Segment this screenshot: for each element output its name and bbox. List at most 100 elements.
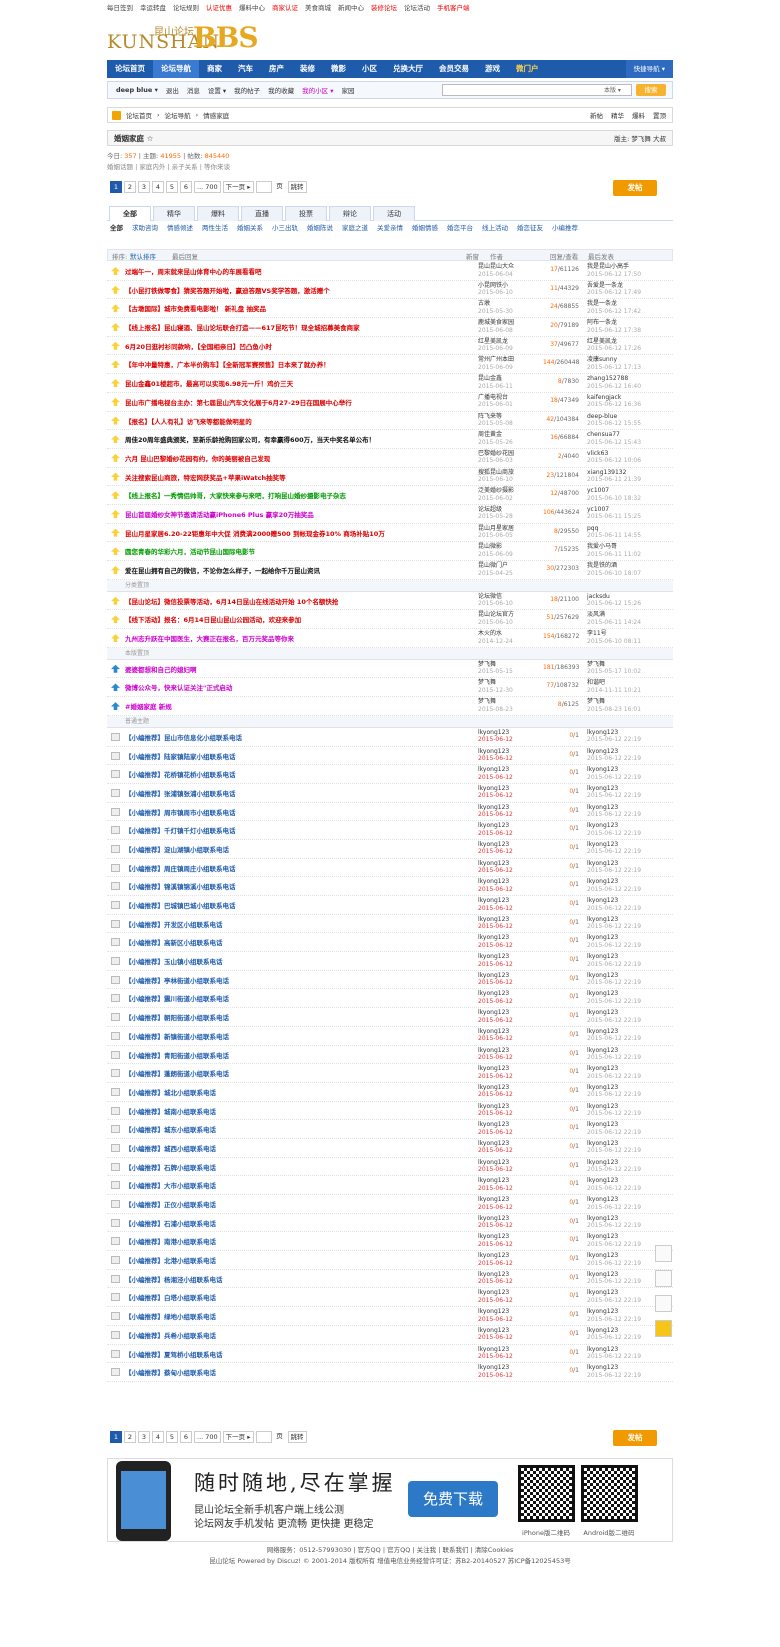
top-link[interactable]: 每日签到	[107, 2, 133, 12]
last-poster[interactable]: lkyong123	[587, 897, 618, 904]
thread-row[interactable]: 【小编推荐】大市小组联系电话 lkyong123 2015-06-12 0/1 lkyo…	[107, 1176, 673, 1195]
thread-row[interactable]: 昆山月星家居6.20-22钜惠年中大促 消费满2000赠500 到帐现金券10%…	[107, 524, 673, 543]
thread-title[interactable]: 【小编推荐】北港小组联系电话	[125, 1255, 216, 1265]
page-link[interactable]: 3	[138, 181, 150, 193]
last-poster[interactable]: jacksdu	[587, 593, 610, 600]
nav-item[interactable]: 会员交易	[431, 60, 477, 78]
thread-author[interactable]: 论坛微信	[478, 593, 502, 600]
last-poster[interactable]: lkyong123	[587, 1215, 618, 1222]
tab-item[interactable]: 辩论	[329, 206, 371, 221]
thread-row[interactable]: 【小编推荐】淀山湖镇小组联系电话 lkyong123 2015-06-12 0/1 lk…	[107, 840, 673, 859]
last-poster[interactable]: lkyong123	[587, 1121, 618, 1128]
last-poster[interactable]: lkyong123	[587, 1289, 618, 1296]
thread-title[interactable]: 【小编推荐】周市镇周市小组联系电话	[125, 807, 236, 817]
filter-item[interactable]: 小编推荐	[552, 224, 578, 232]
thread-row[interactable]: 【小编推荐】花桥镇花桥小组联系电话 lkyong123 2015-06-12 0/1 l…	[107, 765, 673, 784]
top-link[interactable]: 手机客户端	[437, 2, 470, 12]
thread-title[interactable]: 【小编推荐】亭林街道小组联系电话	[125, 975, 229, 985]
thread-title[interactable]: #婚姻家庭 新规	[125, 701, 172, 711]
thread-author[interactable]: 梦飞舞	[478, 698, 496, 705]
last-poster[interactable]: lkyong123	[587, 860, 618, 867]
page-link[interactable]: 6	[180, 181, 192, 193]
page-link[interactable]: 4	[152, 1431, 164, 1443]
nav-item[interactable]: 兑换大厅	[385, 60, 431, 78]
thread-row[interactable]: 【年中冲量特惠，广本半价购车】【全新冠军赛预售】日本来了就办养！ 常州广州本田 20…	[107, 355, 673, 375]
nav-item[interactable]: 论坛首页	[107, 60, 153, 78]
wechat-icon[interactable]	[655, 1295, 672, 1312]
feedback-icon[interactable]	[655, 1320, 672, 1337]
thread-author[interactable]: 搜狐昆山商旅	[478, 469, 514, 476]
nav-item[interactable]: 微影	[323, 60, 354, 78]
last-poster[interactable]: 梦飞舞	[587, 698, 605, 705]
thread-title[interactable]: 【线上报名】昆山寝酒、昆山论坛联合打造——617昆吃节！现全城招募美食商家	[125, 322, 360, 332]
last-poster[interactable]: lkyong123	[587, 1308, 618, 1315]
thread-row[interactable]: 6月20日逛衬衫同款哟，【全国相亲日】凹凸鱼小时 红星美凯龙 2015-06-09 3…	[107, 337, 673, 356]
thread-author[interactable]: lkyong123	[478, 1121, 509, 1128]
user-bar-item[interactable]: 退出	[166, 85, 179, 95]
thread-author[interactable]: lkyong123	[478, 1308, 509, 1315]
thread-row[interactable]: 【小编推荐】城北小组联系电话 lkyong123 2015-06-12 0/1 lkyo…	[107, 1083, 673, 1102]
filter-item[interactable]: 婚恋征友	[517, 224, 543, 232]
last-poster[interactable]: vlick63	[587, 450, 608, 457]
tab-item[interactable]: 活动	[373, 206, 415, 221]
thread-title[interactable]: 【小编推荐】城南小组联系电话	[125, 1106, 216, 1116]
thread-row[interactable]: 【小编推荐】朝阳街道小组联系电话 lkyong123 2015-06-12 0/1 lk…	[107, 1008, 673, 1027]
quick-filter-link[interactable]: 爆料	[632, 110, 645, 120]
last-poster[interactable]: lkyong123	[587, 1177, 618, 1184]
tab-item[interactable]: 全部	[109, 206, 151, 221]
thread-title[interactable]: 【小编推荐】石牌小组联系电话	[125, 1162, 216, 1172]
user-bar-item[interactable]: deep blue ▾	[116, 86, 158, 94]
home-icon[interactable]	[112, 110, 121, 120]
filter-item[interactable]: 婚姻情感	[412, 224, 438, 232]
thread-title[interactable]: 【古墩国际】城市免费看电影啦！ 新礼盘 抽奖品	[125, 303, 266, 313]
page-jump-input[interactable]	[255, 181, 272, 193]
last-poster[interactable]: kaifengjack	[587, 394, 621, 401]
thread-title[interactable]: 【小编推荐】夏驾桥小组联系电话	[125, 1349, 223, 1359]
thread-row[interactable]: 【小编推荐】城南小组联系电话 lkyong123 2015-06-12 0/1 lkyo…	[107, 1102, 673, 1121]
last-poster[interactable]: lkyong123	[587, 972, 618, 979]
last-poster[interactable]: lkyong123	[587, 1233, 618, 1240]
thread-title[interactable]: 【小编推荐】陆家镇陆家小组联系电话	[125, 751, 236, 761]
page-link[interactable]: 下一页 ▸	[222, 181, 254, 193]
thread-title[interactable]: 【小编推荐】青阳街道小组联系电话	[125, 1050, 229, 1060]
page-link[interactable]: 3	[138, 1431, 150, 1443]
last-poster[interactable]: lkyong123	[587, 1084, 618, 1091]
thread-row[interactable]: 【小编推荐】兵希小组联系电话 lkyong123 2015-06-12 0/1 lkyo…	[107, 1326, 673, 1345]
last-poster[interactable]: 红星美凯龙	[587, 338, 617, 345]
filter-item[interactable]: 关爱亲情	[377, 224, 403, 232]
page-link[interactable]: 2	[124, 1431, 136, 1443]
thread-author[interactable]: lkyong123	[478, 1065, 509, 1072]
thread-author[interactable]: 古墩	[478, 300, 490, 307]
thread-title[interactable]: 【小编推荐】周庄镇周庄小组联系电话	[125, 863, 236, 873]
thread-author[interactable]: 周佳黄金	[478, 431, 502, 438]
page-link[interactable]: ... 700	[194, 181, 221, 193]
thread-title[interactable]: 【小编推荐】新镇街道小组联系电话	[125, 1031, 229, 1041]
thread-row[interactable]: 【小编推荐】周市镇周市小组联系电话 lkyong123 2015-06-12 0/1 l…	[107, 803, 673, 822]
thread-row[interactable]: 昆山市广播电视台主办：第七届昆山汽车文化展于6月27-29日在国展中心举行 广播电…	[107, 393, 673, 412]
thread-author[interactable]: 论坛超级	[478, 506, 502, 513]
tab-item[interactable]: 精华	[153, 206, 195, 221]
last-poster[interactable]: 李11号	[587, 630, 607, 637]
thread-title[interactable]: 六月 昆山巴黎婚纱花园有约，你的美丽被自己发现	[125, 453, 270, 463]
thread-row[interactable]: 过端午一，周末就来昆山体育中心的车展看看吧 昆山昆山大众 2015-06-04 17/…	[107, 262, 673, 281]
thread-title[interactable]: 【小编推荐】城东小组联系电话	[125, 1124, 216, 1134]
thread-author[interactable]: 阵飞来等	[478, 413, 502, 420]
thread-author[interactable]: lkyong123	[478, 1327, 509, 1334]
thread-author[interactable]: 昆山昆山大众	[478, 263, 514, 270]
thread-title[interactable]: 【小编推荐】大市小组联系电话	[125, 1180, 216, 1190]
thread-author[interactable]: lkyong123	[478, 1084, 509, 1091]
thread-title[interactable]: 【报名】【人人有礼】访飞来等都能做明星的	[125, 416, 252, 426]
quick-filter-link[interactable]: 新帖	[590, 110, 603, 120]
thread-title[interactable]: 【小编推荐】白塔小组联系电话	[125, 1292, 216, 1302]
thread-row[interactable]: 【小编推荐】北港小组联系电话 lkyong123 2015-06-12 0/1 lkyo…	[107, 1251, 673, 1270]
thread-title[interactable]: 【年中冲量特惠，广本半价购车】【全新冠军赛预售】日本来了就办养！	[125, 359, 330, 369]
thread-author[interactable]: lkyong123	[478, 1140, 509, 1147]
last-poster[interactable]: 我是一条龙	[587, 300, 617, 307]
thread-author[interactable]: 泛美婚纱摄影	[478, 487, 514, 494]
user-bar-item[interactable]: 我的帖子	[234, 85, 260, 95]
thread-row[interactable]: 【小编推荐】陆家镇陆家小组联系电话 lkyong123 2015-06-12 0/1 l…	[107, 747, 673, 766]
thread-title[interactable]: 过端午一，周末就来昆山体育中心的车展看看吧	[125, 266, 262, 276]
thread-title[interactable]: 【小编推荐】石浦小组联系电话	[125, 1218, 216, 1228]
filter-item[interactable]: 求助咨询	[132, 224, 158, 232]
thread-title[interactable]: 6月20日逛衬衫同款哟，【全国相亲日】凹凸鱼小时	[125, 341, 272, 351]
